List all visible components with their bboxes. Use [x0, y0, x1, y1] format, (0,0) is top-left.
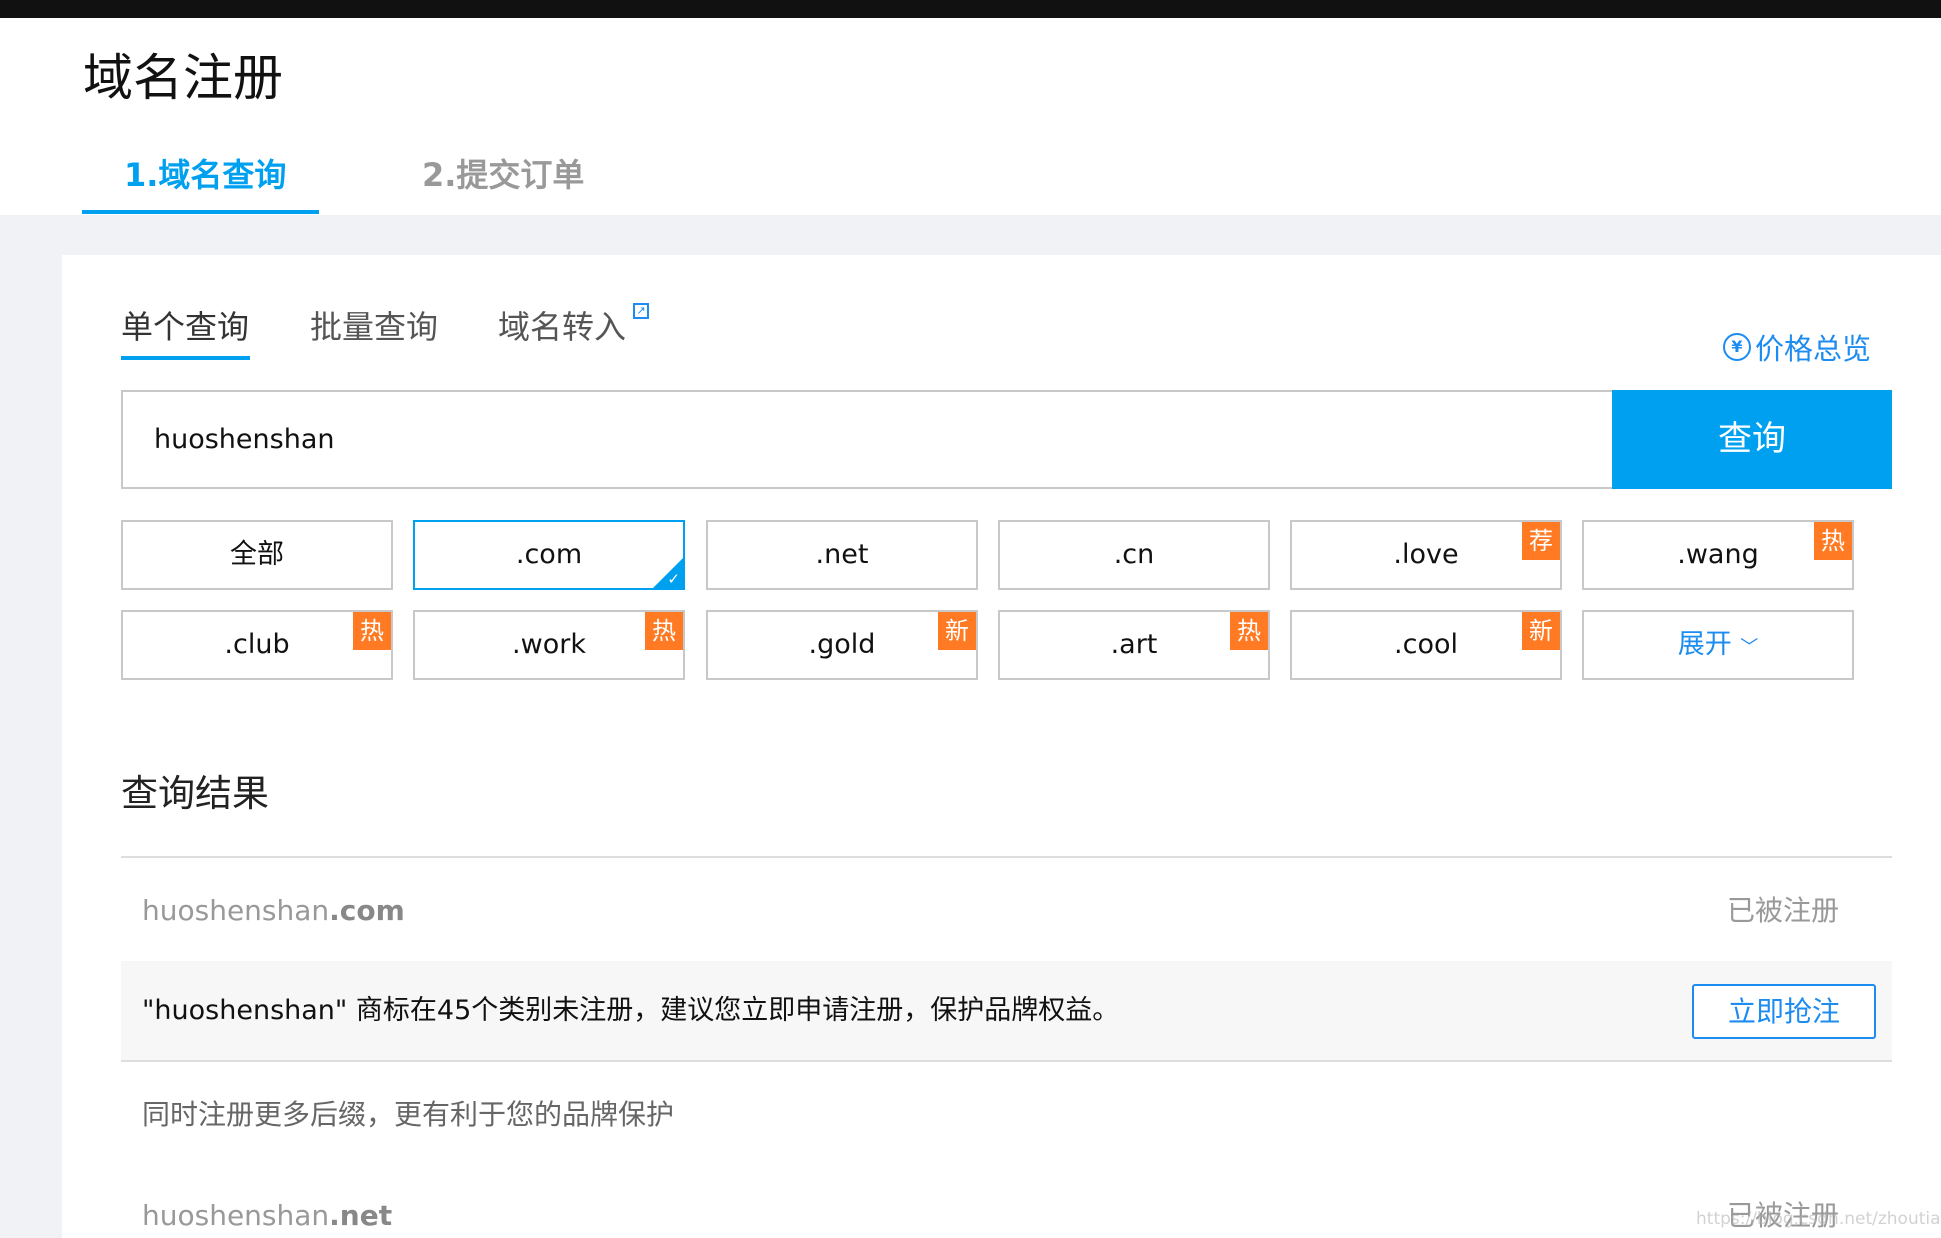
suffix-label: .art	[1110, 629, 1158, 660]
domain-name: huoshenshan	[142, 894, 330, 927]
price-overview-label: 价格总览	[1755, 332, 1872, 366]
suffix-label: .net	[815, 539, 869, 570]
suffix-badge: 热	[1230, 612, 1268, 650]
suffix-label: 全部	[230, 539, 284, 570]
suffix-label: .club	[224, 629, 290, 660]
suffix-badge: 新	[938, 612, 976, 650]
suffix-label: .gold	[808, 629, 876, 660]
suffix-chip[interactable]: .wang 热	[1582, 520, 1854, 590]
expand-button[interactable]: 展开 ﹀	[1582, 610, 1854, 680]
domain-suffix: .com	[329, 894, 405, 927]
active-tab-underline	[121, 356, 250, 360]
suffix-badge: 荐	[1522, 522, 1560, 560]
suffix-label: .cool	[1394, 629, 1458, 660]
result-domain: huoshenshan.net	[142, 1198, 392, 1234]
trademark-text: "huoshenshan" 商标在45个类别未注册，建议您立即申请注册，保护品牌…	[142, 995, 1120, 1026]
step-domain-query[interactable]: 1.域名查询	[124, 155, 286, 195]
suffix-chip[interactable]: .work 热	[413, 610, 685, 680]
tab-domain-transfer[interactable]: 域名转入	[498, 306, 626, 348]
register-trademark-button[interactable]: 立即抢注	[1692, 984, 1876, 1039]
yen-circle-icon: ¥	[1723, 333, 1751, 361]
suffix-badge: 热	[645, 612, 683, 650]
suffix-chip[interactable]: .gold 新	[706, 610, 978, 680]
suffix-badge: 热	[1814, 522, 1852, 560]
page-header	[0, 18, 1941, 215]
suffix-chip[interactable]: .art 热	[998, 610, 1270, 680]
suffix-label: .work	[512, 629, 586, 660]
domain-search-input[interactable]: huoshenshan	[121, 390, 1612, 489]
suffix-label: .cn	[1113, 539, 1155, 570]
results-title: 查询结果	[121, 772, 269, 815]
suffix-chip[interactable]: 全部	[121, 520, 393, 590]
result-status: 已被注册	[1727, 894, 1840, 927]
external-link-icon: ↗	[633, 303, 649, 319]
suffix-badge: 新	[1522, 612, 1560, 650]
expand-label: 展开	[1677, 629, 1732, 660]
browser-top-bar	[0, 0, 1941, 18]
page-title: 域名注册	[83, 49, 283, 107]
domain-suffix: .net	[329, 1199, 393, 1232]
suffix-chip[interactable]: .com ✓	[413, 520, 685, 590]
suffix-chip[interactable]: .cn	[998, 520, 1270, 590]
suffix-label: .com	[515, 539, 583, 570]
suffix-badge: 热	[353, 612, 391, 650]
suffix-chip[interactable]: .net	[706, 520, 978, 590]
divider	[121, 856, 1892, 858]
suffix-label: .wang	[1677, 539, 1759, 570]
suffix-chip[interactable]: .love 荐	[1290, 520, 1562, 590]
tab-batch-query[interactable]: 批量查询	[310, 306, 438, 348]
step-submit-order[interactable]: 2.提交订单	[422, 155, 584, 195]
domain-name: huoshenshan	[142, 1199, 330, 1232]
suffix-chip[interactable]: .cool 新	[1290, 610, 1562, 680]
active-step-underline	[82, 210, 319, 214]
tab-single-query[interactable]: 单个查询	[121, 306, 249, 348]
check-icon: ✓	[667, 570, 680, 588]
chevron-down-icon: ﹀	[1740, 637, 1759, 658]
query-button[interactable]: 查询	[1612, 390, 1892, 489]
more-suffix-hint: 同时注册更多后缀，更有利于您的品牌保护	[142, 1098, 675, 1131]
price-overview-link[interactable]: ¥ 价格总览	[1723, 326, 1871, 368]
result-domain: huoshenshan.com	[142, 893, 405, 929]
suffix-chip[interactable]: .club 热	[121, 610, 393, 680]
watermark: https://blog.csdn.net/zhoutianzi12	[1696, 1209, 1941, 1229]
suffix-label: .love	[1393, 539, 1459, 570]
trademark-notice: "huoshenshan" 商标在45个类别未注册，建议您立即申请注册，保护品牌…	[121, 961, 1892, 1062]
